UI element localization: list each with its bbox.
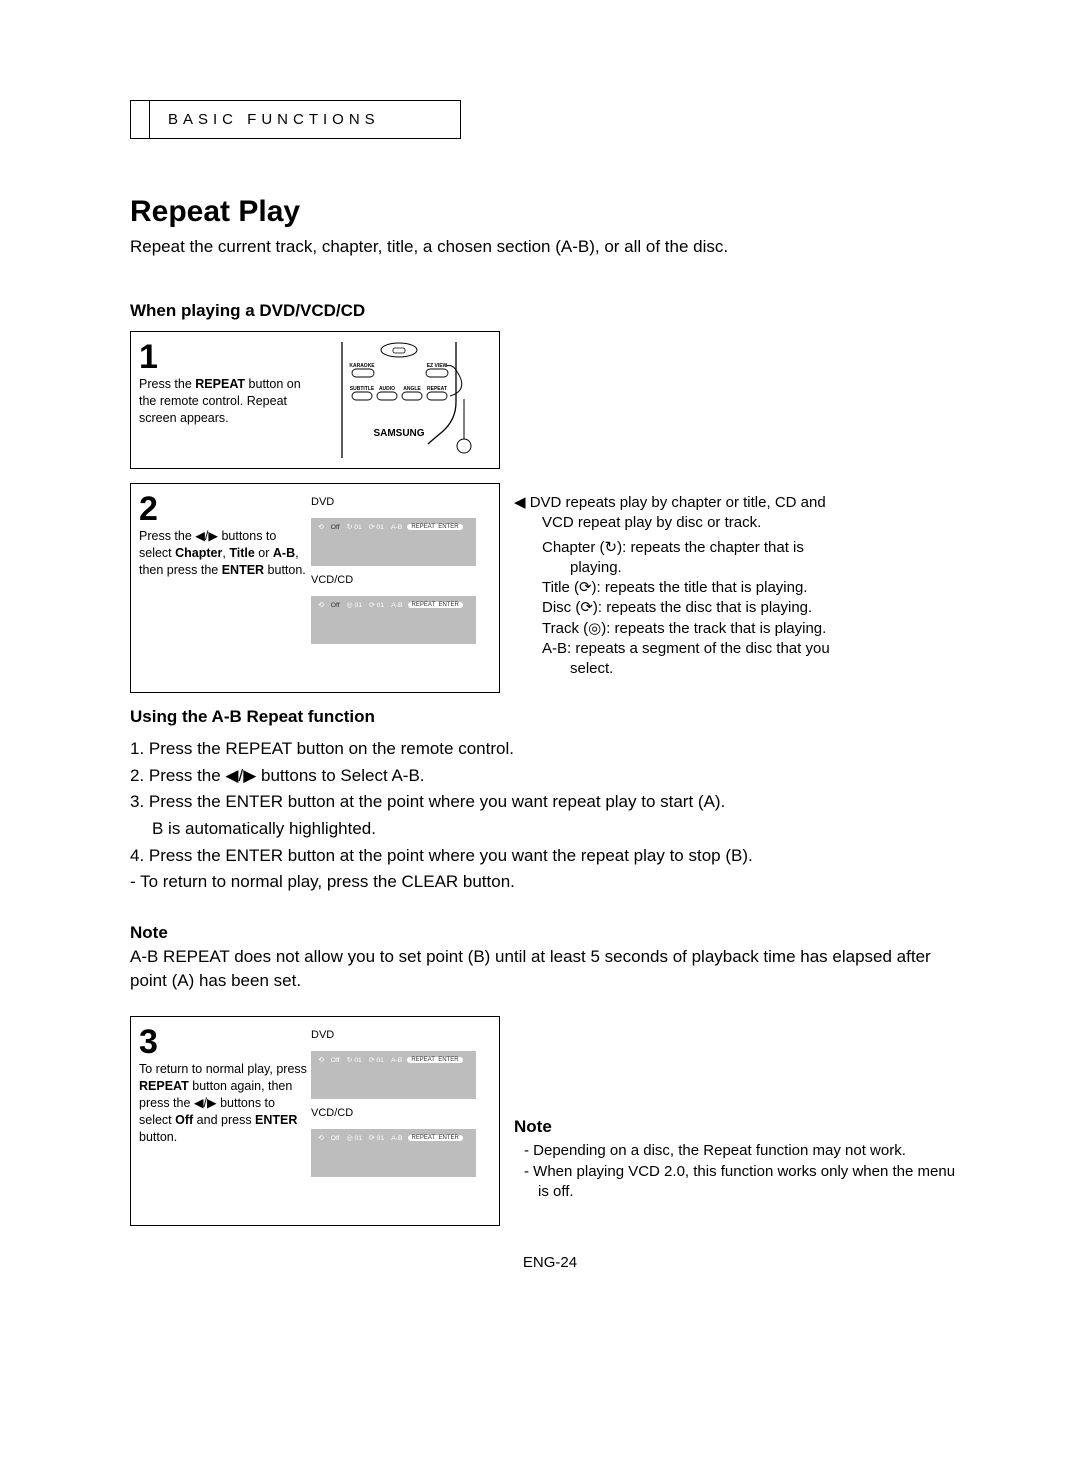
dvd-label: DVD	[311, 496, 487, 508]
subheading-when-playing: When playing a DVD/VCD/CD	[130, 301, 970, 321]
list-item: - To return to normal play, press the CL…	[130, 870, 970, 895]
repeat-options-description: ◀ DVD repeats play by chapter or title, …	[500, 483, 970, 679]
list-item: - Depending on a disc, the Repeat functi…	[514, 1141, 970, 1161]
osd-vcd: ⟲Off ◎ 01⟳ 01 A-B REPEAT ENTER	[311, 596, 476, 644]
page-title: Repeat Play	[130, 195, 970, 229]
note-heading: Note	[130, 923, 970, 943]
list-item: - When playing VCD 2.0, this function wo…	[514, 1162, 970, 1203]
remote-illustration: KARAOKE EZ VIEW SUBTITLE AUDIO ANGLE REP…	[324, 340, 474, 460]
list-item: 2. Press the ◀/▶ buttons to Select A-B.	[130, 764, 970, 789]
section-category-box: BASIC FUNCTIONS	[130, 100, 461, 139]
subheading-ab-repeat: Using the A-B Repeat function	[130, 707, 970, 727]
step-2-text: Press the ◀/▶ buttons to select Chapter,…	[139, 529, 306, 577]
track-icon: ◎	[588, 620, 601, 637]
step-1-box: 1 Press the REPEAT button on the remote …	[130, 331, 500, 469]
osd-dvd: ⟲Off ↻ 01⟳ 01 A-B REPEAT ENTER	[311, 1051, 476, 1099]
vcd-label: VCD/CD	[311, 1107, 487, 1119]
svg-text:AUDIO: AUDIO	[379, 386, 395, 392]
page-number: ENG-24	[130, 1254, 970, 1271]
chapter-icon: ↻	[605, 539, 618, 556]
svg-text:REPEAT: REPEAT	[427, 386, 447, 392]
note-list: - Depending on a disc, the Repeat functi…	[514, 1141, 970, 1202]
svg-text:EZ VIEW: EZ VIEW	[427, 363, 448, 369]
svg-text:SUBTITLE: SUBTITLE	[350, 386, 375, 392]
step-number: 2	[139, 492, 311, 526]
list-item: 1. Press the REPEAT button on the remote…	[130, 737, 970, 762]
section-category: BASIC FUNCTIONS	[149, 101, 460, 138]
osd-dvd: ⟲Off ↻ 01⟳ 01 A-B REPEAT ENTER	[311, 518, 476, 566]
svg-text:KARAOKE: KARAOKE	[349, 363, 375, 369]
vcd-label: VCD/CD	[311, 574, 487, 586]
svg-text:SAMSUNG: SAMSUNG	[373, 428, 424, 439]
step-number: 1	[139, 340, 311, 374]
step-2-box: 2 Press the ◀/▶ buttons to select Chapte…	[130, 483, 500, 693]
intro-text: Repeat the current track, chapter, title…	[130, 237, 970, 257]
note-heading: Note	[514, 1116, 970, 1139]
step-3-box: 3 To return to normal play, press REPEAT…	[130, 1016, 500, 1226]
dvd-label: DVD	[311, 1029, 487, 1041]
list-item: B is automatically highlighted.	[130, 817, 970, 842]
svg-text:ANGLE: ANGLE	[403, 386, 421, 392]
list-item: 4. Press the ENTER button at the point w…	[130, 844, 970, 869]
list-item: 3. Press the ENTER button at the point w…	[130, 790, 970, 815]
title-icon: ⟳	[579, 579, 592, 596]
step-1-text: Press the REPEAT button on the remote co…	[139, 377, 301, 425]
step-3-text: To return to normal play, press REPEAT b…	[139, 1062, 307, 1144]
disc-icon: ⟳	[580, 599, 593, 616]
note-body: A-B REPEAT does not allow you to set poi…	[130, 945, 970, 993]
step-number: 3	[139, 1025, 311, 1059]
osd-vcd: ⟲Off ◎ 01⟳ 01 A-B REPEAT ENTER	[311, 1129, 476, 1177]
ab-repeat-steps-list: 1. Press the REPEAT button on the remote…	[130, 737, 970, 895]
